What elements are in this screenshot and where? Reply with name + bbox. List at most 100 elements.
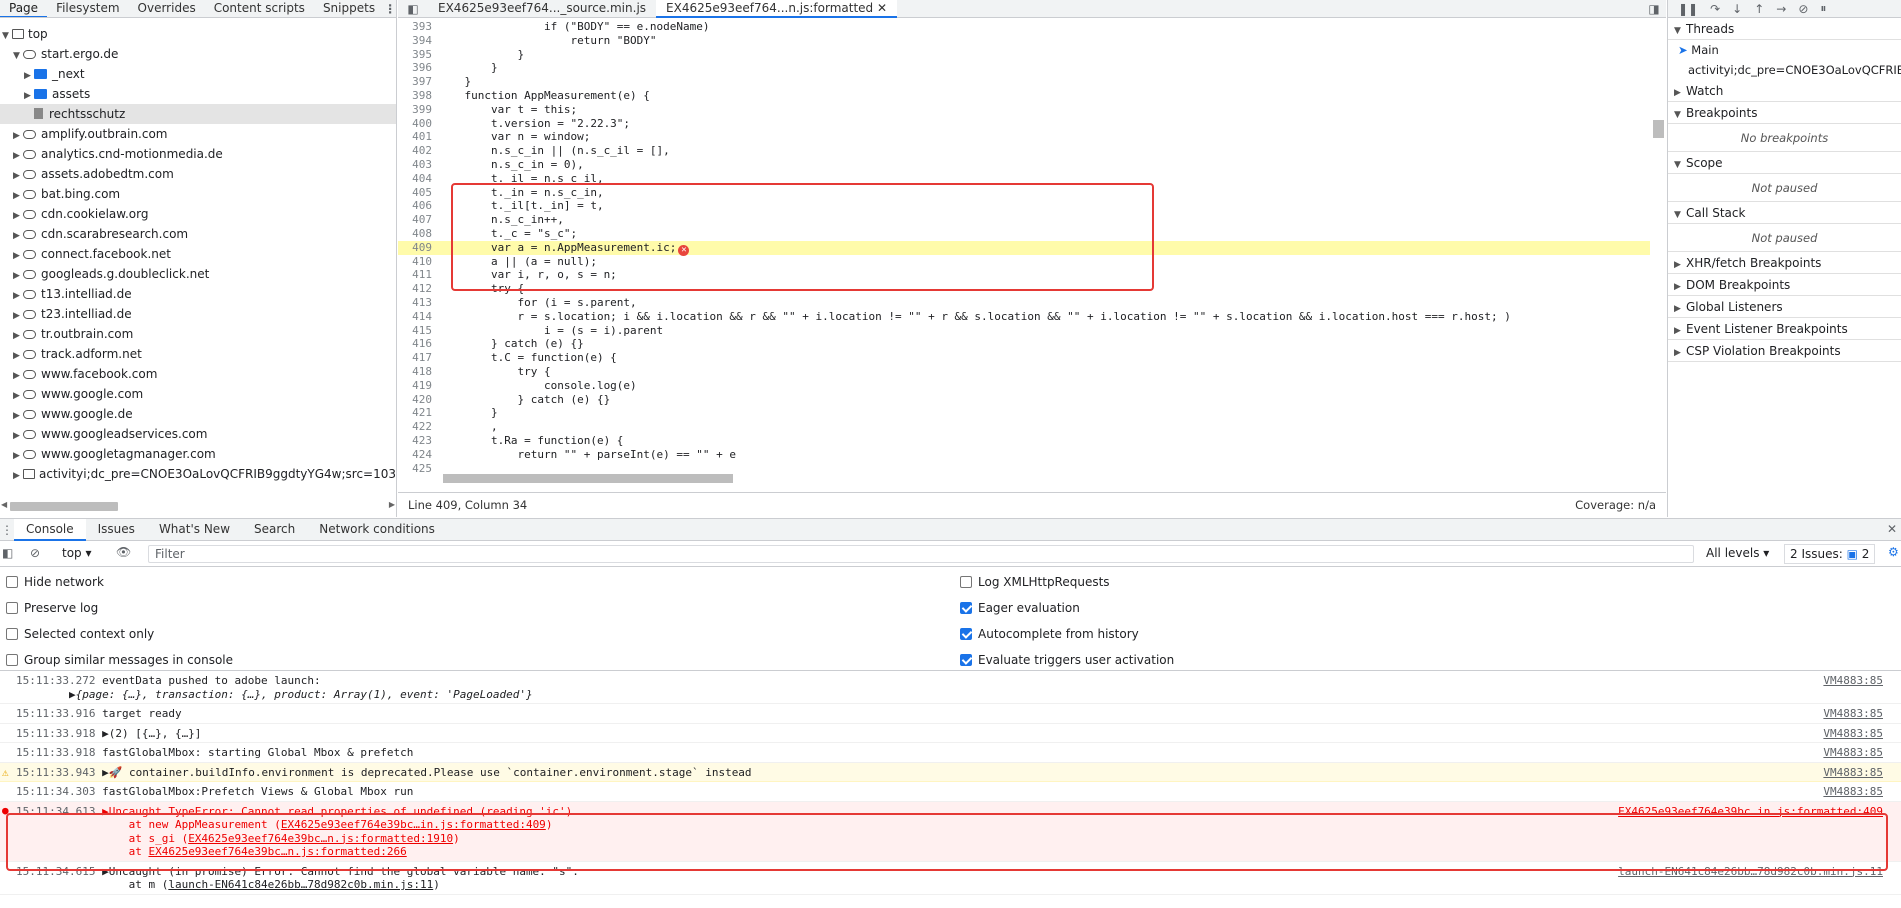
message-source-link[interactable]: VM4883:85 — [1823, 707, 1883, 721]
thread-item[interactable]: activityi;dc_pre=CNOE3OaLovQCFRIB9... — [1668, 60, 1901, 80]
live-expression-eye-icon[interactable]: 👁 — [116, 545, 131, 559]
scrollbar-thumb[interactable] — [1653, 120, 1664, 138]
message-source-link[interactable]: VM4883:85 — [1823, 727, 1883, 741]
drawer-tab-console[interactable]: Console — [14, 518, 86, 541]
message-text[interactable]: ▶(2) [{…}, {…}] — [102, 727, 201, 740]
drawer-tab-search[interactable]: Search — [242, 519, 307, 541]
section-global-listeners[interactable]: ▶ Global Listeners — [1668, 296, 1901, 318]
scrollbar-thumb[interactable] — [10, 502, 118, 511]
tree-item[interactable]: ▶ activityi;dc_pre=CNOE3OaLovQCFRIB9ggdty… — [0, 464, 396, 484]
tree-item[interactable]: ▶ www.google.de — [0, 404, 396, 424]
collapsed-arrow-icon[interactable]: ▶ — [13, 326, 23, 346]
collapsed-arrow-icon[interactable]: ▶ — [13, 446, 23, 466]
editor-tab[interactable]: EX4625e93eef764..._source.min.js — [428, 0, 656, 18]
line-number[interactable]: 405 — [398, 186, 438, 200]
log-levels-dropdown[interactable]: All levels ▾ — [1706, 546, 1769, 560]
expanded-arrow-icon[interactable]: ▼ — [13, 46, 23, 66]
drawer-tab-issues[interactable]: Issues — [86, 519, 147, 541]
close-drawer-icon[interactable]: ✕ — [1887, 522, 1897, 536]
sidebar-toggle-icon[interactable]: ◧ — [2, 546, 13, 560]
line-number[interactable]: 403 — [398, 158, 438, 172]
editor-tab[interactable]: EX4625e93eef764...n.js:formatted ✕ — [656, 0, 898, 18]
setting-checkbox[interactable]: Hide network — [6, 575, 104, 589]
setting-checkbox[interactable]: Preserve log — [6, 601, 98, 615]
setting-checkbox[interactable]: Selected context only — [6, 627, 154, 641]
collapsed-arrow-icon[interactable]: ▶ — [13, 146, 23, 166]
message-source-link[interactable]: VM4883:85 — [1823, 746, 1883, 760]
collapsed-arrow-icon[interactable]: ▶ — [13, 386, 23, 406]
collapsed-arrow-icon[interactable]: ▶ — [13, 346, 23, 366]
line-number[interactable]: 411 — [398, 268, 438, 282]
line-number[interactable]: 406 — [398, 199, 438, 213]
section-threads[interactable]: ▼ Threads — [1668, 18, 1901, 40]
tab-snippets[interactable]: Snippets — [314, 0, 384, 17]
message-object[interactable]: ▶{page: {…}, transaction: {…}, product: … — [69, 688, 533, 701]
tree-item[interactable]: ▶ assets — [0, 84, 396, 106]
line-number[interactable]: 395 — [398, 48, 438, 62]
line-number[interactable]: 420 — [398, 393, 438, 407]
tree-item[interactable]: ▶ www.google.com — [0, 384, 396, 406]
console-settings-gear-icon[interactable]: ⚙ — [1888, 545, 1899, 559]
setting-checkbox[interactable]: Log XMLHttpRequests — [960, 575, 1110, 589]
message-source-link[interactable]: VM4883:85 — [1823, 785, 1883, 799]
line-number[interactable]: 393 — [398, 20, 438, 34]
line-number[interactable]: 423 — [398, 434, 438, 448]
checkbox-unchecked[interactable] — [6, 602, 18, 614]
line-number[interactable]: 401 — [398, 130, 438, 144]
collapsed-arrow-icon[interactable]: ▶ — [13, 366, 23, 386]
collapsed-arrow-icon[interactable]: ▶ — [13, 166, 23, 186]
scroll-right-arrow-icon[interactable]: ▶ — [389, 500, 395, 509]
toggle-debugger-icon[interactable]: ◨ — [1642, 2, 1666, 16]
section-csp-violation-breakpoints[interactable]: ▶ CSP Violation Breakpoints — [1668, 340, 1901, 362]
tree-item[interactable]: ▶ www.googleadservices.com — [0, 424, 396, 444]
message-source-link[interactable]: VM4883:85 — [1823, 766, 1883, 780]
line-number[interactable]: 424 — [398, 448, 438, 462]
setting-checkbox[interactable]: Autocomplete from history — [960, 627, 1139, 641]
line-number[interactable]: 425 — [398, 462, 438, 476]
scrollbar-thumb[interactable] — [443, 474, 733, 483]
line-number[interactable]: 400 — [398, 117, 438, 131]
close-tab-icon[interactable]: ✕ — [873, 1, 887, 15]
pause-on-exceptions-icon[interactable]: ⏸ — [1820, 1, 1826, 16]
line-number[interactable]: 404 — [398, 172, 438, 186]
tree-item[interactable]: ▶ tr.outbrain.com — [0, 324, 396, 346]
collapsed-arrow-icon[interactable]: ▶ — [13, 286, 23, 306]
tab-page[interactable]: Page — [0, 0, 48, 17]
step-over-icon[interactable]: ↷ — [1710, 2, 1720, 16]
checkbox-unchecked[interactable] — [6, 628, 18, 640]
tree-item[interactable]: ▼ top — [0, 24, 396, 46]
step-icon[interactable]: → — [1776, 2, 1786, 16]
drawer-tab-network-conditions[interactable]: Network conditions — [307, 519, 447, 541]
tree-item[interactable]: ▶ googleads.g.doubleclick.net — [0, 264, 396, 286]
line-number[interactable]: 410 — [398, 255, 438, 269]
drawer-tab-what-s-new[interactable]: What's New — [147, 519, 242, 541]
collapsed-arrow-icon[interactable]: ▶ — [13, 266, 23, 286]
collapsed-arrow-icon[interactable]: ▶ — [13, 246, 23, 266]
expanded-arrow-icon[interactable]: ▼ — [2, 26, 12, 46]
scroll-left-arrow-icon[interactable]: ◀ — [1, 500, 7, 509]
line-number[interactable]: 394 — [398, 34, 438, 48]
collapsed-arrow-icon[interactable]: ▶ — [24, 86, 34, 106]
checkbox-checked[interactable] — [960, 628, 972, 640]
line-number[interactable]: 409 — [398, 241, 438, 255]
pause-icon[interactable]: ❚❚ — [1678, 2, 1698, 16]
tree-item[interactable]: ▶ assets.adobedtm.com — [0, 164, 396, 186]
tab-overrides[interactable]: Overrides — [129, 0, 205, 17]
stack-link[interactable]: launch-EN641c84e26bb…78d982c0b.min.js:11 — [168, 878, 433, 891]
context-select[interactable]: top ▾ — [62, 546, 92, 560]
section-call-stack[interactable]: ▼ Call Stack — [1668, 202, 1901, 224]
line-number[interactable]: 421 — [398, 406, 438, 420]
tree-item[interactable]: ▶ t13.intelliad.de — [0, 284, 396, 306]
navigator-horizontal-scrollbar[interactable]: ◀ ▶ — [0, 497, 396, 517]
setting-checkbox[interactable]: Group similar messages in console — [6, 653, 233, 667]
line-number[interactable]: 419 — [398, 379, 438, 393]
tree-item[interactable]: rechtsschutz — [0, 104, 396, 124]
step-into-icon[interactable]: ↓ — [1732, 2, 1742, 16]
tree-item[interactable]: ▶ cdn.cookielaw.org — [0, 204, 396, 224]
line-number[interactable]: 422 — [398, 420, 438, 434]
tab-content-scripts[interactable]: Content scripts — [205, 0, 314, 17]
setting-checkbox[interactable]: Evaluate triggers user activation — [960, 653, 1174, 667]
line-number[interactable]: 417 — [398, 351, 438, 365]
checkbox-checked[interactable] — [960, 654, 972, 666]
filter-input[interactable]: Filter — [148, 545, 1694, 563]
